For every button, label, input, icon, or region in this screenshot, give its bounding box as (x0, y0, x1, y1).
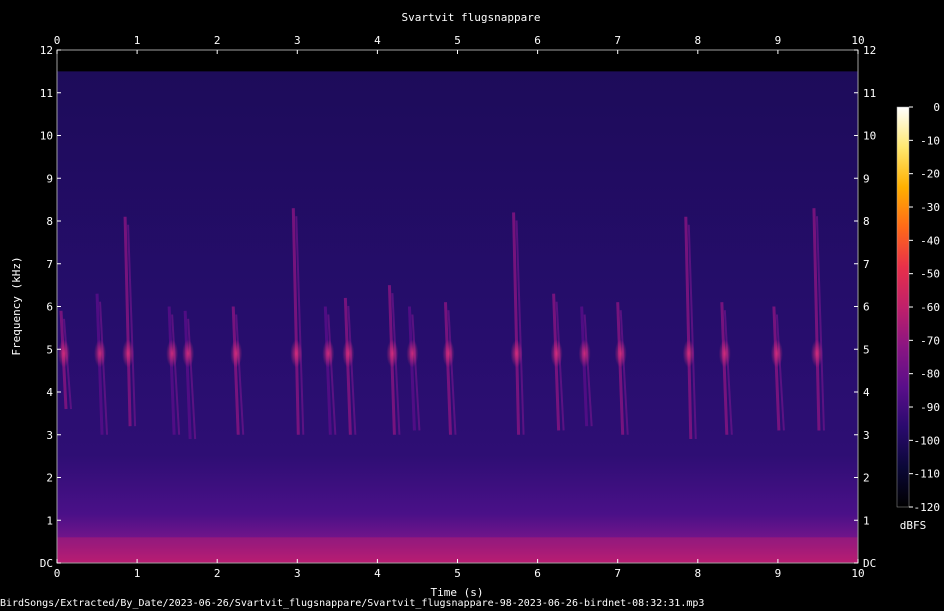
colorbar-tick-label: -90 (920, 401, 940, 414)
call-hotspot (322, 339, 335, 368)
x-tick-label-top: 7 (614, 34, 621, 47)
y-tick-label-right: 7 (863, 258, 870, 271)
x-tick-label-top: 9 (775, 34, 782, 47)
y-tick-label-right: DC (863, 557, 876, 570)
colorbar-tick-label: -30 (920, 201, 940, 214)
call-hotspot (94, 339, 107, 368)
call-hotspot (166, 339, 179, 368)
colorbar-tick-label: -40 (920, 234, 940, 247)
x-tick-label-bottom: 7 (614, 567, 621, 580)
call-hotspot (58, 339, 71, 368)
colorbar-tick-label: -80 (920, 368, 940, 381)
x-tick-label-bottom: 0 (54, 567, 61, 580)
call-hotspot (230, 339, 243, 368)
y-tick-label-left: 1 (46, 514, 53, 527)
x-tick-label-bottom: 3 (294, 567, 301, 580)
plot-area (57, 50, 858, 563)
colorbar-tick-label: -120 (914, 501, 941, 514)
call-hotspot (182, 339, 195, 368)
colorbar-tick-label: -110 (914, 468, 941, 481)
y-tick-label-right: 12 (863, 44, 876, 57)
y-tick-label-left: 4 (46, 386, 53, 399)
y-tick-label-right: 9 (863, 172, 870, 185)
x-tick-label-bottom: 1 (134, 567, 141, 580)
colorbar-tick-label: -70 (920, 334, 940, 347)
spectrogram-figure: Svartvit flugsnappare 001122334455667788… (10, 11, 940, 599)
y-tick-label-right: 2 (863, 472, 870, 485)
x-tick-label-top: 5 (454, 34, 461, 47)
y-tick-label-right: 11 (863, 87, 876, 100)
x-tick-label-bottom: 6 (534, 567, 541, 580)
colorbar-ticks: 0 -10 -20 -30 -40 -50 -60 -70 -80 -90 -100 -110 -120 (909, 101, 940, 514)
x-tick-label-top: 0 (54, 34, 61, 47)
x-tick-label-top: 1 (134, 34, 141, 47)
x-tick-label-bottom: 9 (775, 567, 782, 580)
call-hotspot (386, 339, 399, 368)
call-hotspot (682, 339, 695, 368)
y-tick-label-left: 9 (46, 172, 53, 185)
y-tick-label-right: 3 (863, 429, 870, 442)
x-tick-label-bottom: 2 (214, 567, 221, 580)
chart-title: Svartvit flugsnappare (401, 11, 540, 24)
x-tick-label-top: 3 (294, 34, 301, 47)
colorbar-tick-label: -60 (920, 301, 940, 314)
call-hotspot (810, 339, 823, 368)
y-axis-label: Frequency (kHz) (10, 256, 23, 355)
y-tick-label-left: 12 (40, 44, 53, 57)
call-hotspot (510, 339, 523, 368)
y-tick-label-left: 5 (46, 343, 53, 356)
x-tick-label-bottom: 5 (454, 567, 461, 580)
colorbar (896, 106, 910, 508)
colorbar-label: dBFS (900, 519, 927, 532)
y-tick-label-left: 8 (46, 215, 53, 228)
y-tick-label-left: 10 (40, 130, 53, 143)
call-hotspot (290, 339, 303, 368)
colorbar-tick-label: -20 (920, 168, 940, 181)
noise-field (57, 71, 858, 563)
x-tick-label-top: 8 (694, 34, 701, 47)
colorbar-tick-label: -100 (914, 434, 941, 447)
y-tick-label-left: DC (40, 557, 53, 570)
y-tick-label-right: 1 (863, 514, 870, 527)
call-hotspot (122, 339, 135, 368)
call-hotspot (442, 339, 455, 368)
call-hotspot (718, 339, 731, 368)
y-tick-label-right: 10 (863, 130, 876, 143)
call-hotspot (550, 339, 563, 368)
file-path: BirdSongs/Extracted/By_Date/2023-06-26/S… (0, 598, 705, 609)
x-tick-label-top: 2 (214, 34, 221, 47)
call-hotspot (578, 339, 591, 368)
call-hotspot (770, 339, 783, 368)
x-tick-label-top: 4 (374, 34, 381, 47)
y-tick-label-left: 7 (46, 258, 53, 271)
y-tick-label-right: 6 (863, 301, 870, 314)
y-tick-label-right: 5 (863, 343, 870, 356)
call-hotspot (406, 339, 419, 368)
call-hotspot (342, 339, 355, 368)
y-tick-label-left: 6 (46, 301, 53, 314)
y-tick-label-right: 8 (863, 215, 870, 228)
call-hotspot (614, 339, 627, 368)
colorbar-tick-label: -10 (920, 134, 940, 147)
colorbar-tick-label: 0 (933, 101, 940, 114)
y-tick-label-left: 11 (40, 87, 53, 100)
y-tick-label-right: 4 (863, 386, 870, 399)
x-tick-label-bottom: 4 (374, 567, 381, 580)
colorbar-tick-label: -50 (920, 268, 940, 281)
y-tick-label-left: 3 (46, 429, 53, 442)
x-tick-label-top: 6 (534, 34, 541, 47)
y-tick-label-left: 2 (46, 472, 53, 485)
x-tick-label-bottom: 8 (694, 567, 701, 580)
